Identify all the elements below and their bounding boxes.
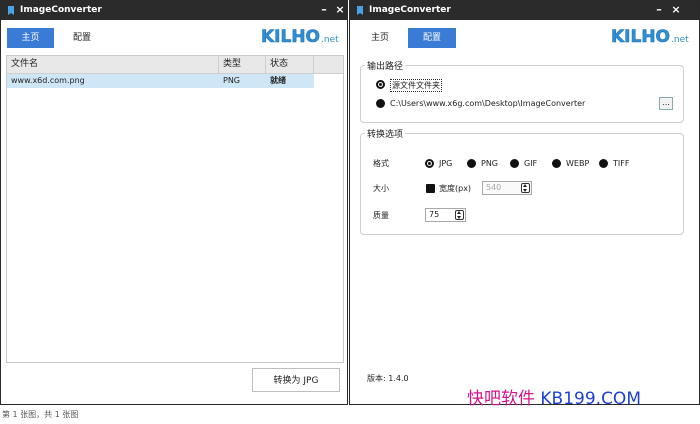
status-text: 第 1 张图，共 1 张图 <box>2 410 79 419</box>
convert-button[interactable]: 转换为 JPG <box>252 368 340 392</box>
watermark: 快吧软件 KB199.COM <box>467 389 641 409</box>
close-icon[interactable]: × <box>333 3 347 17</box>
width-checkbox[interactable] <box>426 184 435 193</box>
tab-settings[interactable]: 配置 <box>408 28 456 48</box>
table-row[interactable]: www.x6d.com.png PNG 就绪 <box>7 74 314 88</box>
conversion-options-title: 转换选项 <box>365 127 406 140</box>
width-stepper[interactable]: 540 <box>482 181 532 195</box>
format-label: 格式 <box>373 159 389 168</box>
title-bar[interactable]: ImageConverter – × <box>350 1 699 20</box>
source-folder-radio[interactable] <box>376 80 385 89</box>
table-header: 文件名 类型 状态 <box>7 56 343 74</box>
format-radio-tiff[interactable] <box>599 159 608 168</box>
file-table[interactable]: 文件名 类型 状态 www.x6d.com.png PNG 就绪 <box>6 55 344 363</box>
output-path-group: 输出路径 源文件文件夹 C:\Users\www.x6g.com\Desktop… <box>360 59 684 123</box>
source-folder-label[interactable]: 源文件文件夹 <box>390 79 442 92</box>
conversion-options-group: 转换选项 格式 JPG PNG GIF WEBP TIFF 大小 宽度(px) … <box>360 127 684 235</box>
window-title: ImageConverter <box>20 5 102 15</box>
main-window: ImageConverter – × 主页 配置 KILHO.net 文件名 类… <box>0 0 348 405</box>
custom-path-radio[interactable] <box>376 99 385 108</box>
format-radio-jpg[interactable] <box>425 159 434 168</box>
spin-arrows-icon[interactable] <box>521 183 530 193</box>
window-title: ImageConverter <box>369 5 451 15</box>
tab-home[interactable]: 主页 <box>7 28 54 48</box>
close-icon[interactable]: × <box>669 3 683 17</box>
browse-button[interactable]: ... <box>659 97 673 110</box>
quality-value: 75 <box>429 210 440 219</box>
column-status[interactable]: 状态 <box>266 56 314 73</box>
spin-arrows-icon[interactable] <box>455 210 464 220</box>
minimize-icon[interactable]: – <box>652 3 666 17</box>
output-path-title: 输出路径 <box>365 59 406 72</box>
tab-home[interactable]: 主页 <box>360 28 400 48</box>
kilho-logo: KILHO.net <box>611 27 689 48</box>
quality-label: 质量 <box>373 211 389 220</box>
cell-type: PNG <box>223 76 241 85</box>
app-icon <box>8 6 14 15</box>
tab-settings[interactable]: 配置 <box>63 28 101 48</box>
format-radio-png[interactable] <box>467 159 476 168</box>
settings-window: ImageConverter – × 主页 配置 KILHO.net 输出路径 … <box>349 0 700 405</box>
format-label-jpg: JPG <box>439 159 453 168</box>
kilho-logo: KILHO.net <box>261 27 339 48</box>
app-icon <box>357 6 363 15</box>
width-value: 540 <box>486 183 502 192</box>
title-bar[interactable]: ImageConverter – × <box>1 1 347 20</box>
format-radio-gif[interactable] <box>510 159 519 168</box>
custom-path-text: C:\Users\www.x6g.com\Desktop\ImageConver… <box>390 99 586 108</box>
format-label-png: PNG <box>481 159 499 168</box>
format-radio-webp[interactable] <box>552 159 561 168</box>
cell-status: 就绪 <box>270 76 286 85</box>
format-label-tiff: TIFF <box>613 159 630 168</box>
minimize-icon[interactable]: – <box>317 3 331 17</box>
size-label: 大小 <box>373 184 389 193</box>
format-label-webp: WEBP <box>566 159 590 168</box>
cell-filename: www.x6d.com.png <box>11 76 85 85</box>
width-label: 宽度(px) <box>439 184 472 193</box>
quality-stepper[interactable]: 75 <box>425 208 466 222</box>
column-filename[interactable]: 文件名 <box>7 56 219 73</box>
column-type[interactable]: 类型 <box>219 56 266 73</box>
format-label-gif: GIF <box>524 159 538 168</box>
version-text: 版本: 1.4.0 <box>367 374 409 383</box>
